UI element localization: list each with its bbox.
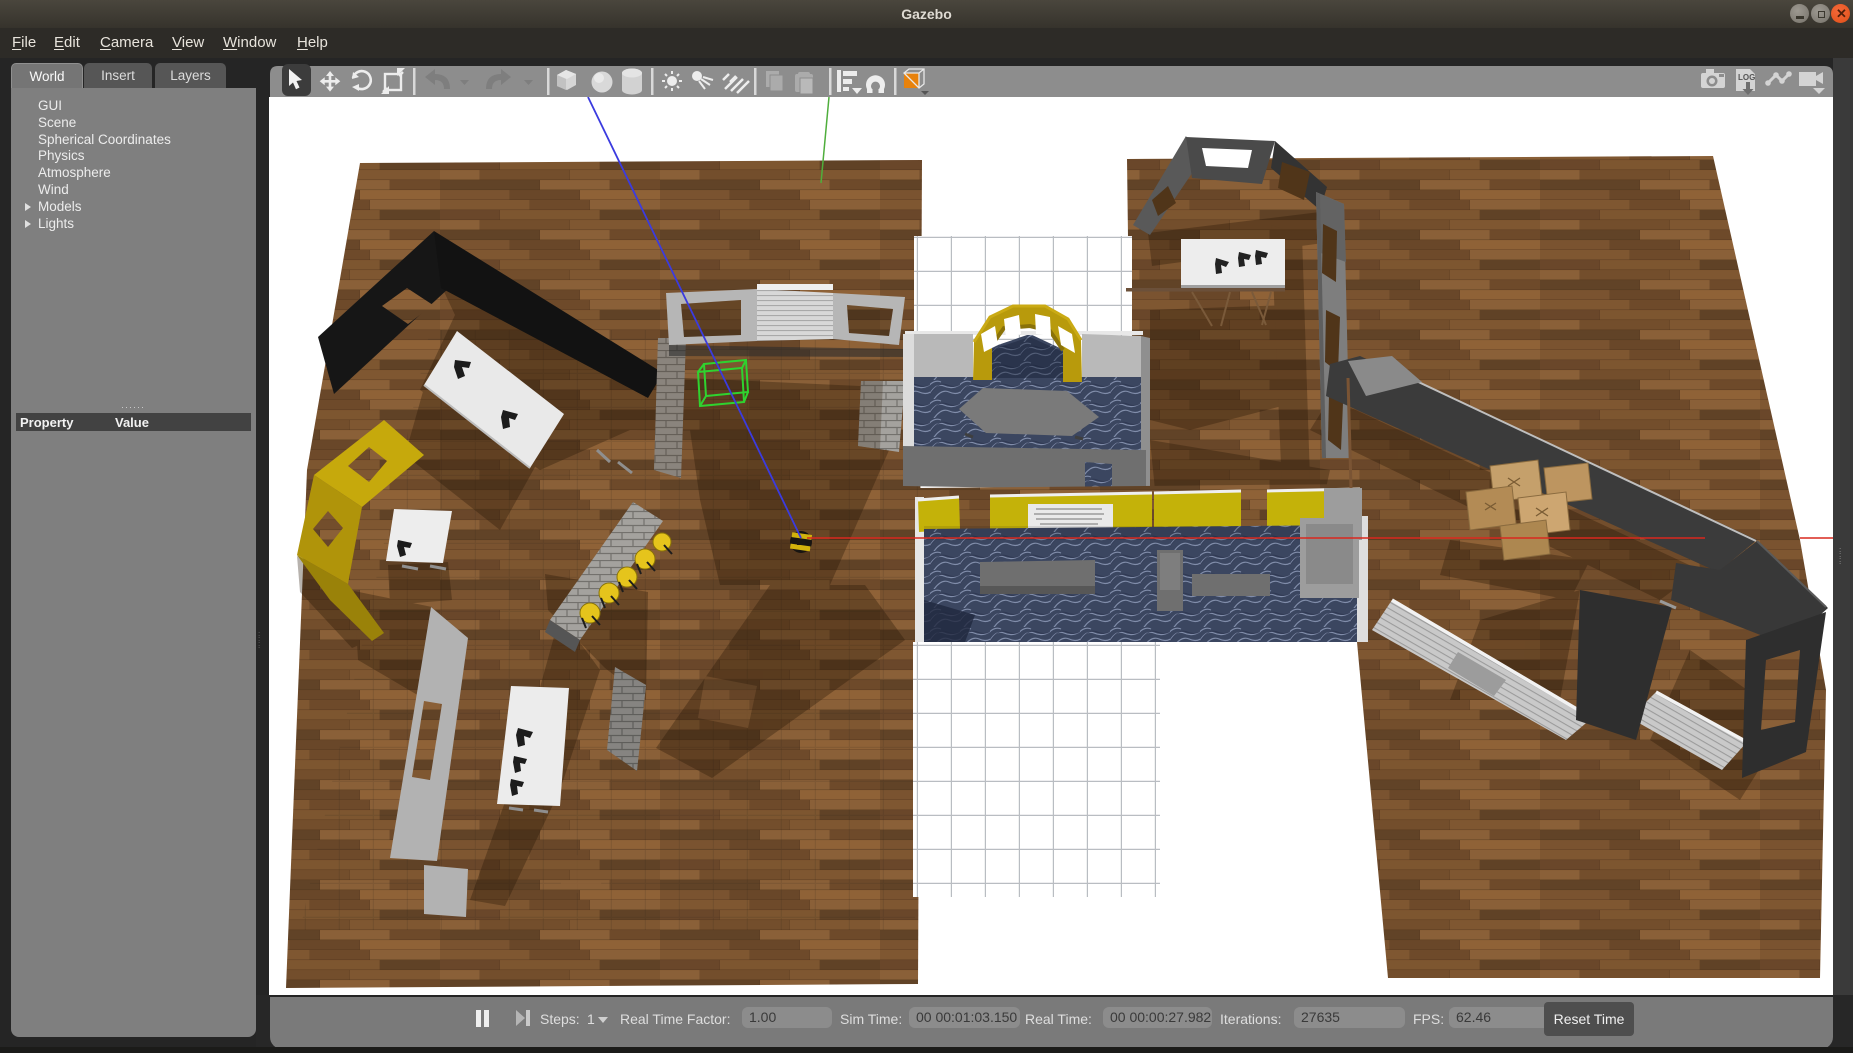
svg-text:LOG: LOG	[1738, 73, 1755, 82]
